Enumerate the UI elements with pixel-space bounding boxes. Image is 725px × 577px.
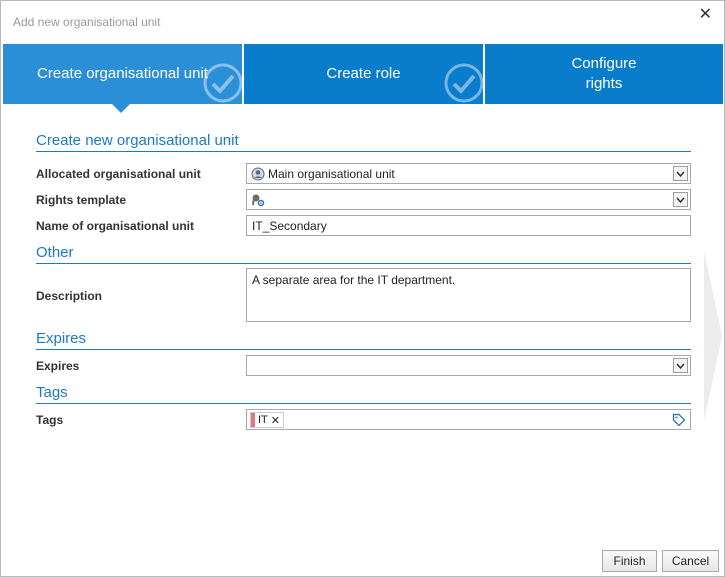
tags-label: Tags <box>36 413 64 427</box>
section-heading-tags: Tags <box>36 384 691 404</box>
dialog: Add new organisational unit ✕ Create org… <box>0 0 725 577</box>
description-value: A separate area for the IT department. <box>252 273 456 287</box>
section-heading-create: Create new organisational unit <box>36 132 691 152</box>
chevron-down-icon[interactable] <box>673 166 688 181</box>
unit-name-value: IT_Secondary <box>252 219 327 233</box>
unit-name-input[interactable]: IT_Secondary <box>246 215 691 236</box>
checkmark-icon <box>444 63 483 103</box>
allocated-unit-select[interactable]: Main organisational unit <box>246 163 691 184</box>
checkmark-icon <box>203 63 242 103</box>
rights-template-select[interactable] <box>246 189 691 210</box>
dialog-title: Add new organisational unit <box>13 15 161 29</box>
step-label: Configure rights <box>571 55 637 92</box>
close-icon[interactable]: ✕ <box>699 7 712 23</box>
description-textarea[interactable]: A separate area for the IT department. <box>246 268 691 322</box>
allocated-unit-label: Allocated organisational unit <box>36 167 201 181</box>
unit-name-label: Name of organisational unit <box>36 219 195 233</box>
expires-label: Expires <box>36 359 80 373</box>
remove-tag-icon[interactable]: ✕ <box>271 414 280 427</box>
chevron-down-icon[interactable] <box>673 358 688 373</box>
step-label: Create organisational unit <box>37 65 208 82</box>
next-page-arrow-icon[interactable] <box>704 251 722 421</box>
finish-button[interactable]: Finish <box>602 550 657 572</box>
tags-input[interactable]: IT ✕ <box>246 409 691 430</box>
step-label: Create role <box>326 65 401 82</box>
chevron-down-icon[interactable] <box>673 192 688 207</box>
description-label: Description <box>36 289 103 303</box>
section-heading-other: Other <box>36 244 691 264</box>
org-unit-icon <box>251 167 265 181</box>
rights-template-label: Rights template <box>36 193 127 207</box>
section-heading-expires: Expires <box>36 330 691 350</box>
step-configure-rights[interactable]: Configure rights <box>485 44 723 104</box>
wizard-steps: Create organisational unit Create role C… <box>3 44 723 104</box>
tag-color-bar <box>251 413 255 427</box>
expires-select[interactable] <box>246 355 691 376</box>
allocated-unit-value: Main organisational unit <box>268 167 395 181</box>
template-gear-icon <box>252 194 265 207</box>
active-step-pointer <box>112 104 130 113</box>
tag-icon[interactable] <box>672 413 686 427</box>
tag-chip: IT ✕ <box>250 412 284 428</box>
cancel-button[interactable]: Cancel <box>662 550 719 572</box>
step-create-role[interactable]: Create role <box>244 44 483 104</box>
tag-label: IT <box>258 414 268 426</box>
step-create-organisational-unit[interactable]: Create organisational unit <box>3 44 242 104</box>
